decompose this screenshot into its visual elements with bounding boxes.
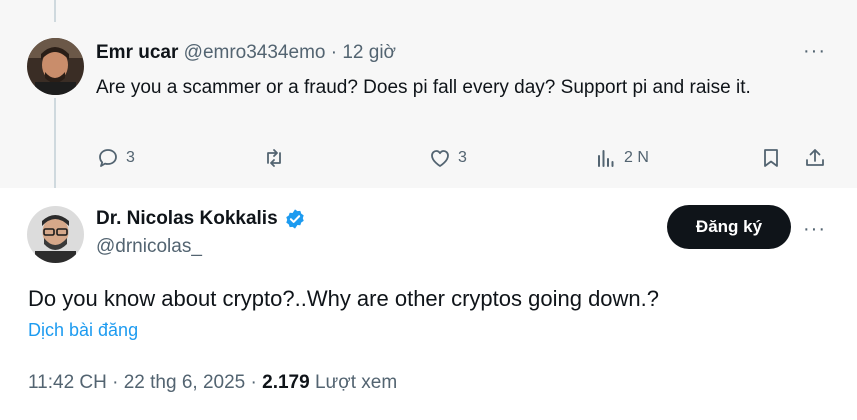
translate-link[interactable]: Dịch bài đăng <box>28 320 138 341</box>
bookmark-icon <box>764 149 778 167</box>
like-button[interactable]: 3 <box>428 146 467 170</box>
reply-post[interactable]: Emr ucar @emro3434emo · 12 giờ ··· Are y… <box>0 22 857 188</box>
heart-icon <box>431 150 449 167</box>
author-handle[interactable]: @drnicolas_ <box>96 236 202 258</box>
thread-line-top <box>54 0 56 22</box>
follow-button[interactable]: Đăng ký <box>667 205 791 249</box>
post-meta: 11:42 CH · 22 thg 6, 2025 · 2.179 Lượt x… <box>28 372 397 394</box>
view-label: Lượt xem <box>314 372 398 393</box>
reply-text: Are you a scammer or a fraud? Does pi fa… <box>96 77 751 98</box>
like-count: 3 <box>458 149 467 166</box>
view-count: 2 N <box>624 149 649 166</box>
author-handle[interactable]: @emro3434emo <box>184 42 326 63</box>
main-post: Dr. Nicolas Kokkalis @drnicolas_ Đăng ký… <box>0 188 857 420</box>
separator: · <box>250 372 257 393</box>
share-button[interactable] <box>803 146 827 170</box>
bookmark-button[interactable] <box>759 146 783 170</box>
author-name[interactable]: Emr ucar <box>96 42 178 63</box>
repost-button[interactable] <box>262 146 292 170</box>
author-name-row: Dr. Nicolas Kokkalis <box>96 208 306 230</box>
views-button[interactable]: 2 N <box>594 146 649 170</box>
action-bar: 3 3 2 N <box>96 146 831 172</box>
more-options-icon[interactable]: ··· <box>803 40 826 63</box>
reply-header: Emr ucar @emro3434emo · 12 giờ <box>96 42 396 64</box>
share-icon <box>806 149 824 166</box>
post-time[interactable]: 12 giờ <box>342 42 396 63</box>
post-timestamp[interactable]: 11:42 CH · 22 thg 6, 2025 <box>28 372 245 393</box>
repost-icon <box>267 149 281 167</box>
reply-count: 3 <box>126 149 135 166</box>
post-text: Do you know about crypto?..Why are other… <box>28 286 660 311</box>
analytics-icon <box>598 150 614 167</box>
avatar[interactable] <box>27 38 84 95</box>
view-count: 2.179 <box>262 372 310 393</box>
reply-icon <box>99 149 117 167</box>
thread-line <box>54 98 56 188</box>
reply-button[interactable]: 3 <box>96 146 135 170</box>
more-options-icon[interactable]: ··· <box>803 218 826 241</box>
previous-post-actions <box>0 0 857 22</box>
author-name[interactable]: Dr. Nicolas Kokkalis <box>96 208 278 230</box>
verified-badge-icon[interactable] <box>284 208 306 230</box>
separator: · <box>330 42 338 63</box>
avatar[interactable] <box>27 206 84 263</box>
